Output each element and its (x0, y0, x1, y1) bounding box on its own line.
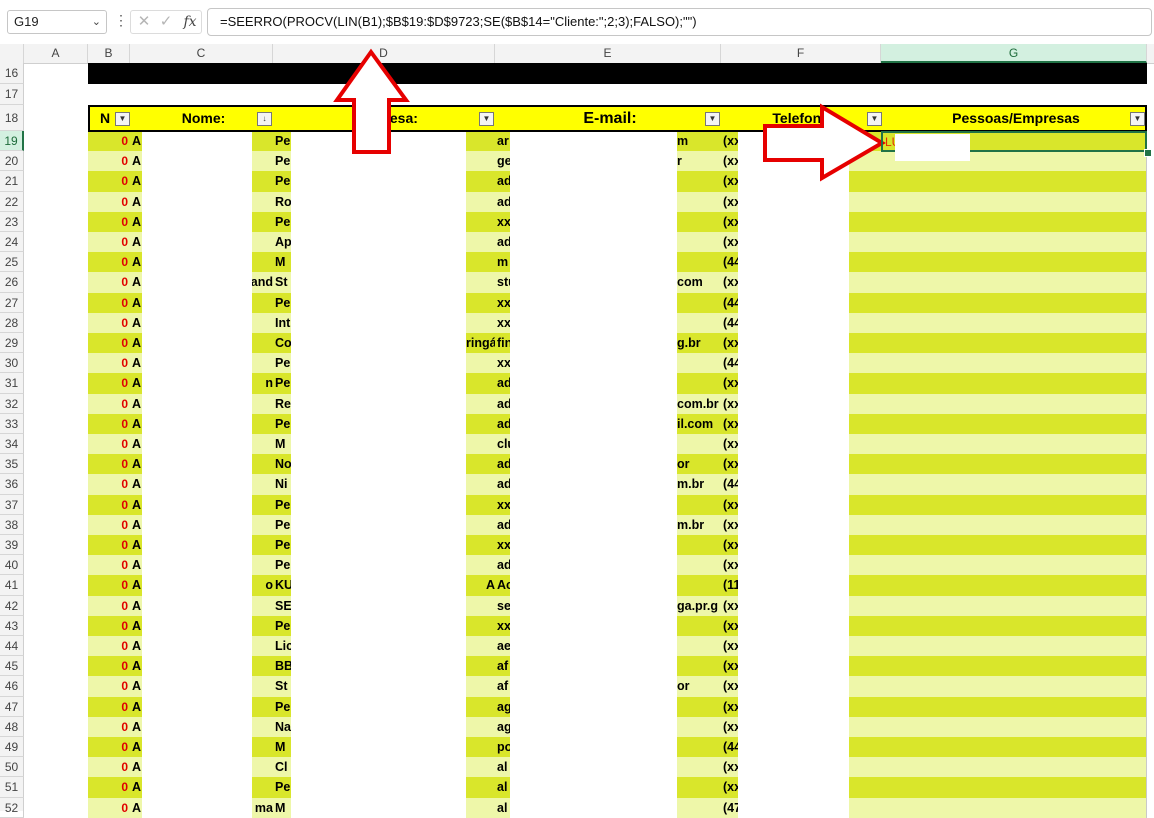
annotation-arrows (333, 48, 886, 182)
redaction-box-g19 (895, 134, 970, 161)
right-arrow-annotation (763, 103, 886, 182)
fill-handle[interactable] (1144, 149, 1152, 157)
up-arrow-annotation (333, 48, 410, 154)
